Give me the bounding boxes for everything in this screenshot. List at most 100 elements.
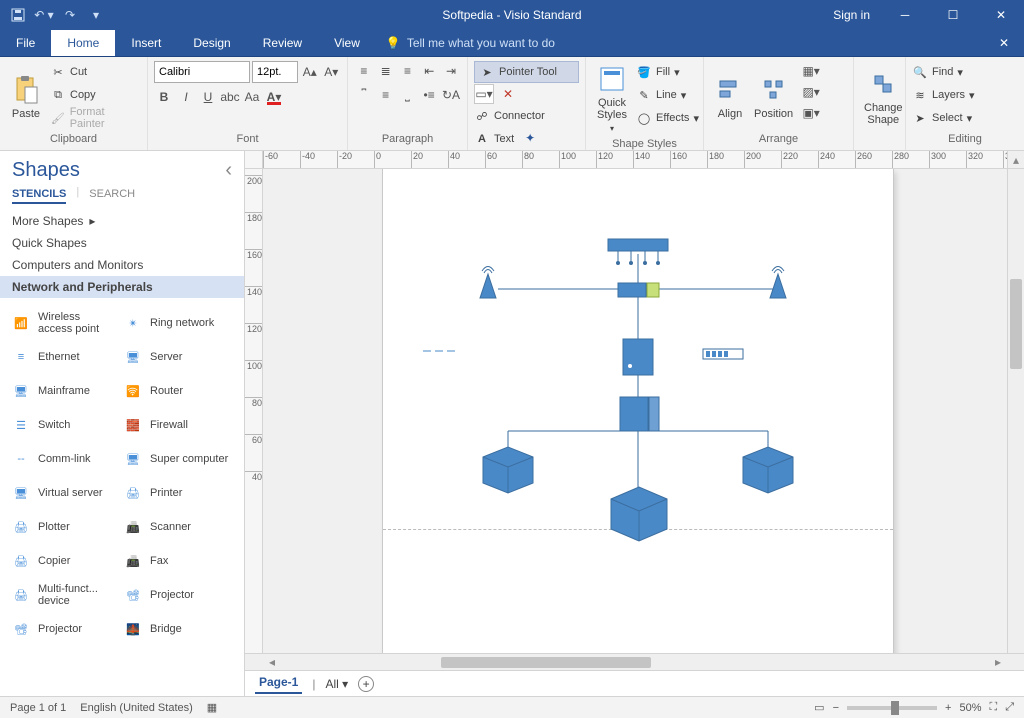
ribbon: Paste ✂Cut ⧉Copy 🖌Format Painter Clipboa… bbox=[0, 57, 1024, 151]
maximize-icon[interactable]: ☐ bbox=[930, 0, 976, 30]
stencil-row[interactable]: 🖥Mainframe🛜Router bbox=[8, 374, 236, 408]
stencil-row[interactable]: 🖨Copier📠Fax bbox=[8, 544, 236, 578]
collapse-shapes-icon[interactable]: ‹ bbox=[225, 159, 232, 182]
stencils-tab[interactable]: STENCILS bbox=[12, 186, 66, 204]
change-shape-button[interactable]: Change Shape bbox=[860, 61, 907, 132]
grow-font-button[interactable]: A▴ bbox=[300, 62, 320, 82]
stencil-row[interactable]: 🖥Virtual server🖨Printer bbox=[8, 476, 236, 510]
stencil-row[interactable]: 🖨Multi-funct... device📽Projector bbox=[8, 578, 236, 612]
rotate-text-button[interactable]: ↻A bbox=[441, 85, 461, 105]
page-tab-1[interactable]: Page-1 bbox=[255, 673, 302, 694]
delete-tool-button[interactable]: ✕ bbox=[498, 84, 518, 104]
stencil-icon: 🖥 bbox=[8, 487, 34, 500]
connector-tool-button[interactable]: ☍Connector bbox=[474, 105, 579, 127]
drawing-canvas[interactable] bbox=[263, 169, 1007, 653]
indent-inc-button[interactable]: ⇥ bbox=[441, 61, 461, 81]
font-family-combo[interactable] bbox=[154, 61, 250, 83]
fit-page-icon[interactable]: ⛶ bbox=[989, 701, 997, 714]
align-center-button[interactable]: ≣ bbox=[376, 61, 396, 81]
rect-tool-button[interactable]: ▭▾ bbox=[474, 84, 494, 104]
tab-review[interactable]: Review bbox=[247, 30, 318, 56]
line-button[interactable]: ✎Line ▾ bbox=[636, 84, 699, 106]
stencil-icon: 🧱 bbox=[120, 419, 146, 432]
qat-more-icon[interactable]: ▾ bbox=[84, 3, 108, 27]
pointer-tool-button[interactable]: ➤Pointer Tool bbox=[474, 61, 579, 83]
find-button[interactable]: 🔍Find ▾ bbox=[912, 61, 1018, 83]
scroll-up-icon[interactable]: ▴ bbox=[1007, 151, 1024, 169]
shrink-font-button[interactable]: A▾ bbox=[322, 62, 342, 82]
stencil-row[interactable]: 🖨Plotter📠Scanner bbox=[8, 510, 236, 544]
minimize-icon[interactable]: ─ bbox=[882, 0, 928, 30]
font-size-combo[interactable] bbox=[252, 61, 298, 83]
text-tool-button[interactable]: AText bbox=[474, 128, 514, 150]
close-icon[interactable]: ✕ bbox=[978, 0, 1024, 30]
select-button[interactable]: ➤Select ▾ bbox=[912, 107, 1018, 129]
underline-button[interactable]: U bbox=[198, 87, 218, 107]
cut-button[interactable]: ✂Cut bbox=[50, 61, 141, 83]
effects-button[interactable]: ◯Effects ▾ bbox=[636, 107, 699, 129]
align-bottom-button[interactable]: ⎵ bbox=[398, 85, 418, 105]
indent-dec-button[interactable]: ⇤ bbox=[419, 61, 439, 81]
fill-button[interactable]: 🪣Fill ▾ bbox=[636, 61, 699, 83]
format-painter-button[interactable]: 🖌Format Painter bbox=[50, 107, 141, 129]
bold-button[interactable]: B bbox=[154, 87, 174, 107]
vertical-scrollbar[interactable] bbox=[1007, 169, 1024, 653]
undo-icon[interactable]: ↶ ▾ bbox=[32, 3, 56, 27]
group-button[interactable]: ▣▾ bbox=[801, 103, 821, 123]
zoom-in-button[interactable]: + bbox=[945, 702, 951, 714]
presentation-mode-icon[interactable]: ▭ bbox=[814, 701, 824, 714]
stencil-row[interactable]: --Comm-link🖥Super computer bbox=[8, 442, 236, 476]
cat-quick-shapes[interactable]: Quick Shapes bbox=[0, 232, 244, 254]
tell-me[interactable]: 💡Tell me what you want to do bbox=[376, 30, 565, 56]
tab-design[interactable]: Design bbox=[177, 30, 246, 56]
strike-button[interactable]: abc bbox=[220, 87, 240, 107]
tab-file[interactable]: File bbox=[0, 30, 51, 56]
status-lang[interactable]: English (United States) bbox=[80, 702, 193, 714]
stencil-icon: 📠 bbox=[120, 521, 146, 534]
position-button[interactable]: Position bbox=[750, 61, 797, 132]
redo-icon[interactable]: ↷ bbox=[58, 3, 82, 27]
align-top-button[interactable]: ⎴ bbox=[354, 85, 374, 105]
align-button[interactable]: Align bbox=[710, 61, 750, 132]
tab-home[interactable]: Home bbox=[51, 30, 115, 56]
font-color-button[interactable]: A▾ bbox=[264, 87, 284, 107]
stencil-row[interactable]: ≡Ethernet🖥Server bbox=[8, 340, 236, 374]
add-page-button[interactable]: + bbox=[358, 676, 374, 692]
stencil-label: Copier bbox=[38, 555, 116, 567]
case-button[interactable]: Aa bbox=[242, 87, 262, 107]
connection-point-button[interactable]: ✦ bbox=[520, 128, 540, 148]
align-left-button[interactable]: ≡ bbox=[354, 61, 374, 81]
cat-network[interactable]: Network and Peripherals bbox=[0, 276, 244, 298]
zoom-level[interactable]: 50% bbox=[959, 702, 981, 714]
stencil-icon: 📶 bbox=[8, 317, 34, 330]
layers-button[interactable]: ≋Layers ▾ bbox=[912, 84, 1018, 106]
zoom-out-button[interactable]: − bbox=[833, 702, 839, 714]
stencil-row[interactable]: 📶Wireless access point✴Ring network bbox=[8, 306, 236, 340]
quick-styles-button[interactable]: Quick Styles▾ bbox=[592, 61, 632, 137]
tab-view[interactable]: View bbox=[318, 30, 376, 56]
macro-icon[interactable]: ▦ bbox=[207, 701, 217, 714]
align-middle-button[interactable]: ≡ bbox=[376, 85, 396, 105]
align-right-button[interactable]: ≡ bbox=[398, 61, 418, 81]
signin-link[interactable]: Sign in bbox=[823, 8, 880, 22]
more-shapes[interactable]: More Shapes▸ bbox=[0, 210, 244, 232]
bring-forward-button[interactable]: ▦▾ bbox=[801, 61, 821, 81]
stencil-icon: 🖨 bbox=[120, 487, 146, 500]
pages-all[interactable]: All ▾ bbox=[325, 677, 348, 691]
copy-button[interactable]: ⧉Copy bbox=[50, 84, 141, 106]
stencil-row[interactable]: 📽Projector🌉Bridge bbox=[8, 612, 236, 646]
zoom-slider[interactable] bbox=[847, 706, 937, 710]
save-icon[interactable] bbox=[6, 3, 30, 27]
send-backward-button[interactable]: ▨▾ bbox=[801, 82, 821, 102]
search-tab[interactable]: SEARCH bbox=[89, 186, 135, 204]
stencil-row[interactable]: ☰Switch🧱Firewall bbox=[8, 408, 236, 442]
fullscreen-icon[interactable]: ⤢ bbox=[1005, 701, 1014, 714]
bullets-button[interactable]: •≡ bbox=[419, 85, 439, 105]
horizontal-scrollbar[interactable]: ◂ ▸ bbox=[245, 653, 1024, 670]
italic-button[interactable]: I bbox=[176, 87, 196, 107]
close-ribbon-icon[interactable]: ✕ bbox=[984, 30, 1024, 56]
tab-insert[interactable]: Insert bbox=[115, 30, 177, 56]
paste-button[interactable]: Paste bbox=[6, 61, 46, 132]
cat-computers[interactable]: Computers and Monitors bbox=[0, 254, 244, 276]
stencil-icon: 🖨 bbox=[8, 555, 34, 568]
